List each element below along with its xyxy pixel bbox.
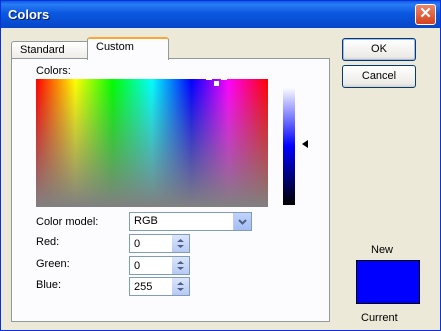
chevron-down-icon — [238, 219, 247, 225]
new-label: New — [371, 244, 394, 256]
dropdown-button[interactable] — [233, 213, 251, 230]
color-model-label: Color model: — [36, 216, 99, 228]
cancel-button[interactable]: Cancel — [342, 65, 416, 88]
spin-arrows-icon — [177, 261, 184, 270]
current-label: Current — [361, 312, 398, 324]
blue-label: Blue: — [36, 279, 62, 291]
blue-spin-buttons[interactable] — [172, 278, 189, 295]
luminance-slider[interactable] — [283, 87, 295, 205]
green-label: Green: — [36, 258, 70, 270]
blue-stepper[interactable] — [129, 277, 190, 296]
green-input[interactable] — [132, 258, 172, 273]
tab-custom-label: Custom — [96, 41, 134, 53]
color-model-select[interactable]: RGB — [129, 212, 252, 231]
green-stepper[interactable] — [129, 256, 190, 275]
custom-panel: Colors: Color model: RGB Red: Green: — [11, 58, 330, 322]
ok-button[interactable]: OK — [342, 38, 416, 61]
red-label: Red: — [36, 236, 60, 248]
close-button[interactable]: ✕ — [415, 4, 436, 25]
blue-input[interactable] — [132, 279, 172, 294]
tab-custom[interactable]: Custom — [87, 37, 169, 60]
tab-standard[interactable]: Standard — [11, 41, 89, 59]
color-model-value: RGB — [134, 215, 158, 227]
spin-arrows-icon — [177, 282, 184, 291]
color-spectrum[interactable] — [36, 77, 268, 207]
red-input[interactable] — [132, 236, 172, 251]
luminance-arrow-icon[interactable] — [302, 140, 308, 148]
close-icon: ✕ — [419, 5, 432, 22]
title-bar: Colors ✕ — [1, 1, 440, 28]
dialog-title: Colors — [8, 7, 50, 22]
colors-dialog: Colors ✕ Standard Custom Colors: Color m… — [0, 0, 441, 331]
red-stepper[interactable] — [129, 234, 190, 253]
crosshair-icon — [206, 77, 227, 86]
red-spin-buttons[interactable] — [172, 235, 189, 252]
spin-arrows-icon — [177, 239, 184, 248]
green-spin-buttons[interactable] — [172, 257, 189, 274]
colors-label: Colors: — [36, 65, 71, 77]
tab-standard-label: Standard — [20, 44, 65, 56]
color-preview-swatch — [356, 260, 420, 304]
